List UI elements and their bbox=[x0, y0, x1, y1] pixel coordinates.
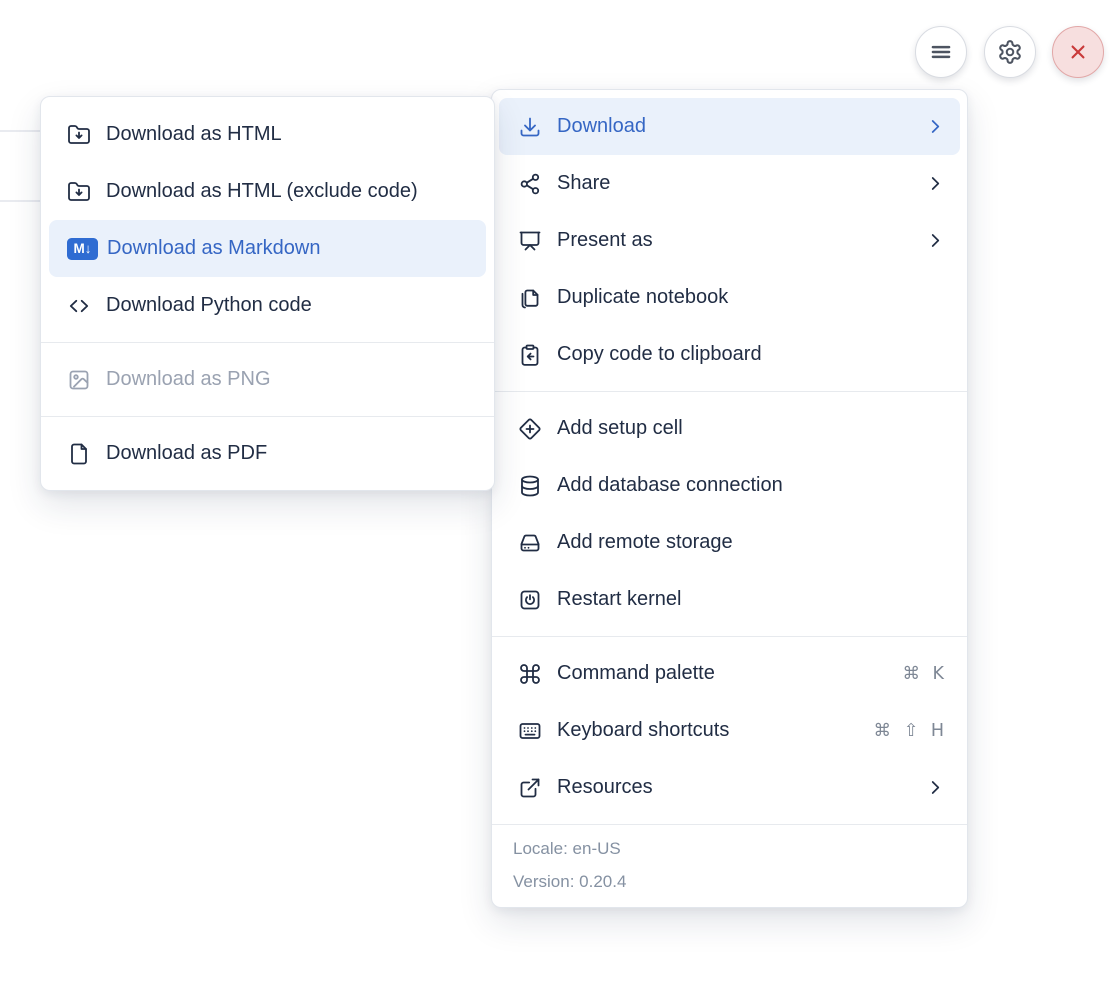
menu-item-label: Duplicate notebook bbox=[557, 286, 945, 309]
menu-group: Download Share Present as bbox=[492, 90, 967, 391]
menu-item-label: Command palette bbox=[557, 662, 902, 685]
menu-item-label: Share bbox=[557, 172, 926, 195]
chevron-right-icon bbox=[926, 231, 945, 250]
duplicate-icon bbox=[518, 286, 542, 310]
page: Download Share Present as bbox=[0, 0, 1118, 984]
submenu-group: Download as HTML Download as HTML (exclu… bbox=[41, 97, 494, 342]
menu-item-label: Download Python code bbox=[106, 294, 471, 317]
menu-item-label: Download as PDF bbox=[106, 442, 471, 465]
background-rule bbox=[0, 130, 40, 132]
menu-item-download[interactable]: Download bbox=[499, 98, 960, 155]
chevron-right-icon bbox=[926, 778, 945, 797]
background-rule bbox=[0, 200, 40, 202]
menu-footer: Locale: en-US Version: 0.20.4 bbox=[492, 825, 967, 907]
shortcut-command-k: ⌘ K bbox=[902, 664, 945, 684]
menu-item-label: Download bbox=[557, 115, 926, 138]
menu-group: Command palette ⌘ K Keyboard shortcuts ⌘… bbox=[492, 637, 967, 824]
keyboard-icon bbox=[518, 719, 542, 743]
hamburger-icon bbox=[928, 39, 954, 65]
menu-item-label: Add remote storage bbox=[557, 531, 945, 554]
version-text: Version: 0.20.4 bbox=[513, 865, 946, 898]
menu-item-label: Copy code to clipboard bbox=[557, 343, 945, 366]
menu-group: Add setup cell Add database connection A… bbox=[492, 392, 967, 636]
menu-item-add-remote-storage[interactable]: Add remote storage bbox=[499, 514, 960, 571]
chevron-right-icon bbox=[926, 117, 945, 136]
image-icon bbox=[67, 368, 91, 392]
menu-item-label: Download as HTML bbox=[106, 123, 471, 146]
menu-item-download-python[interactable]: Download Python code bbox=[49, 277, 486, 334]
menu-item-keyboard-shortcuts[interactable]: Keyboard shortcuts ⌘ ⇧ H bbox=[499, 702, 960, 759]
menu-item-label: Present as bbox=[557, 229, 926, 252]
submenu-group: Download as PDF bbox=[41, 417, 494, 490]
command-icon bbox=[518, 662, 542, 686]
menu-item-download-markdown[interactable]: M↓ Download as Markdown bbox=[49, 220, 486, 277]
share-icon bbox=[518, 172, 542, 196]
close-icon bbox=[1065, 39, 1091, 65]
menu-item-label: Download as PNG bbox=[106, 368, 471, 391]
notebook-menu: Download Share Present as bbox=[491, 89, 968, 908]
clipboard-copy-icon bbox=[518, 343, 542, 367]
menu-item-restart-kernel[interactable]: Restart kernel bbox=[499, 571, 960, 628]
database-icon bbox=[518, 474, 542, 498]
menu-item-download-pdf[interactable]: Download as PDF bbox=[49, 425, 486, 482]
menu-item-share[interactable]: Share bbox=[499, 155, 960, 212]
locale-text: Locale: en-US bbox=[513, 832, 946, 865]
gear-icon bbox=[997, 39, 1023, 65]
folder-down-icon bbox=[67, 180, 91, 204]
menu-item-download-png[interactable]: Download as PNG bbox=[49, 351, 486, 408]
settings-button[interactable] bbox=[984, 26, 1036, 78]
menu-item-add-database[interactable]: Add database connection bbox=[499, 457, 960, 514]
menu-item-label: Add setup cell bbox=[557, 417, 945, 440]
menu-item-add-setup-cell[interactable]: Add setup cell bbox=[499, 400, 960, 457]
menu-item-copy-code[interactable]: Copy code to clipboard bbox=[499, 326, 960, 383]
menu-button[interactable] bbox=[915, 26, 967, 78]
hard-drive-icon bbox=[518, 531, 542, 555]
menu-item-download-html[interactable]: Download as HTML bbox=[49, 106, 486, 163]
presentation-icon bbox=[518, 229, 542, 253]
menu-item-download-html-exclude-code[interactable]: Download as HTML (exclude code) bbox=[49, 163, 486, 220]
menu-item-duplicate-notebook[interactable]: Duplicate notebook bbox=[499, 269, 960, 326]
external-link-icon bbox=[518, 776, 542, 800]
download-icon bbox=[518, 115, 542, 139]
menu-item-label: Download as HTML (exclude code) bbox=[106, 180, 471, 203]
code-icon bbox=[67, 294, 91, 318]
menu-item-label: Download as Markdown bbox=[107, 237, 471, 260]
menu-item-label: Keyboard shortcuts bbox=[557, 719, 874, 742]
shortcut-command-shift-h: ⌘ ⇧ H bbox=[874, 721, 945, 741]
menu-item-label: Restart kernel bbox=[557, 588, 945, 611]
file-icon bbox=[67, 442, 91, 466]
menu-item-label: Resources bbox=[557, 776, 926, 799]
folder-down-icon bbox=[67, 123, 91, 147]
close-button[interactable] bbox=[1052, 26, 1104, 78]
chevron-right-icon bbox=[926, 174, 945, 193]
power-square-icon bbox=[518, 588, 542, 612]
diamond-plus-icon bbox=[518, 417, 542, 441]
download-submenu: Download as HTML Download as HTML (exclu… bbox=[40, 96, 495, 491]
menu-item-present-as[interactable]: Present as bbox=[499, 212, 960, 269]
menu-item-label: Add database connection bbox=[557, 474, 945, 497]
markdown-icon: M↓ bbox=[67, 238, 98, 260]
menu-item-command-palette[interactable]: Command palette ⌘ K bbox=[499, 645, 960, 702]
submenu-group: Download as PNG bbox=[41, 343, 494, 416]
menu-item-resources[interactable]: Resources bbox=[499, 759, 960, 816]
